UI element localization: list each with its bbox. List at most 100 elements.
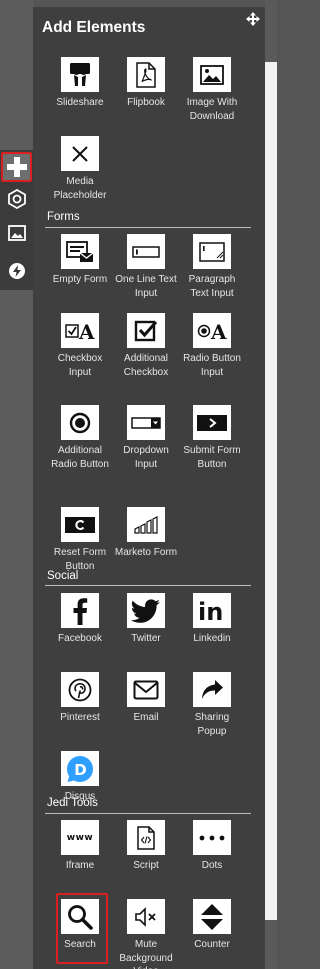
svg-text:in: in [198,599,223,623]
actions-button[interactable] [1,256,32,286]
dropdown-icon [127,405,165,440]
element-tile-label: Slideshare [56,97,104,108]
element-tile-label: Script [133,860,159,871]
paragraph-icon [193,234,231,269]
element-tile-dots[interactable]: Dots [180,820,244,900]
element-tile-label: Submit Form Button [183,445,241,470]
email-icon [127,672,165,707]
element-tile-checkbox-input[interactable]: A Checkbox Input [48,313,112,393]
element-tile-label: Email [133,712,159,723]
plus-icon [6,157,27,177]
element-tile-label: Marketo Form [114,547,178,558]
slideshare-icon [61,57,99,92]
close-icon [61,136,99,171]
element-tile-label: Dots [201,860,223,871]
iframe-icon: www [61,820,99,855]
element-tile-twitter[interactable]: Twitter [114,593,178,673]
iframe-www-text: www [66,832,94,843]
element-tile-one-line-text-input[interactable]: One Line Text Input [114,234,178,314]
element-tile-label: Empty Form [52,274,108,285]
move-icon[interactable] [246,12,260,26]
element-tile-disqus[interactable]: D Disqus [48,751,112,831]
element-tile-sharing-popup[interactable]: Sharing Popup [180,672,244,752]
element-tile-counter[interactable]: Counter [180,899,244,969]
element-tile-label: Radio Button Input [183,353,241,378]
twitter-icon [127,593,165,628]
element-tile-mute-background-video[interactable]: Mute Background Video [114,899,178,969]
section-label-social: Social [47,570,79,582]
element-tile-iframe[interactable]: www Iframe [48,820,112,900]
element-tile-radio-button-input[interactable]: A Radio Button Input [180,313,244,393]
share-icon [193,672,231,707]
widgets-button[interactable] [1,184,32,214]
pinterest-icon [61,672,99,707]
element-tile-label: Flipbook [127,97,165,108]
section-divider [45,585,251,586]
svg-text:A: A [78,320,95,342]
element-tile-label: Image With Download [186,97,238,122]
element-tile-image-with-download[interactable]: Image With Download [180,57,244,137]
element-tile-label: One Line Text Input [115,274,177,299]
element-tile-linkedin[interactable]: in Linkedin [180,593,244,673]
workspace-left [0,0,33,969]
svg-text:D: D [74,761,86,779]
element-tile-submit-form-button[interactable]: Submit Form Button [180,405,244,485]
element-tile-dropdown-input[interactable]: Dropdown Input [114,405,178,485]
element-tile-label: Checkbox Input [57,353,103,378]
pdf-icon [127,57,165,92]
element-tile-label: Dropdown Input [123,445,169,470]
dots-icon [193,820,231,855]
element-tile-email[interactable]: Email [114,672,178,752]
element-tile-additional-checkbox[interactable]: Additional Checkbox [114,313,178,393]
add-elements-panel: Add Elements Slideshare Flipbook Image Wit… [33,7,265,969]
page-canvas[interactable] [265,62,277,920]
element-tile-media-placeholder[interactable]: Media Placeholder [48,136,112,216]
image-icon [7,225,26,241]
radio-icon [61,405,99,440]
element-tile-search[interactable]: Search [48,893,112,969]
element-tile-label: Mute Background Video [119,939,173,969]
marketo-icon [127,507,165,542]
element-tile-label: Pinterest [60,712,100,723]
element-tile-flipbook[interactable]: Flipbook [114,57,178,137]
checkbox-input-icon: A [61,313,99,348]
panel-title: Add Elements [42,19,146,36]
element-tile-label: Search [64,939,96,950]
reset-icon [61,507,99,542]
lightning-icon [8,263,25,279]
section-label-forms: Forms [47,211,80,223]
element-tile-label: Sharing Popup [194,712,230,737]
element-tile-paragraph-text-input[interactable]: Paragraph Text Input [180,234,244,314]
element-tile-label: Iframe [65,860,95,871]
section-label-jedi-tools: Jedi Tools [47,797,98,809]
form-icon [61,234,99,269]
element-tile-empty-form[interactable]: Empty Form [48,234,112,314]
script-icon [127,820,165,855]
disqus-icon: D [61,751,99,786]
image-icon [193,57,231,92]
svg-text:A: A [210,320,227,342]
element-tile-label: Additional Radio Button [51,445,109,470]
element-tile-additional-radio-button[interactable]: Additional Radio Button [48,405,112,485]
radio-input-icon: A [193,313,231,348]
element-tile-facebook[interactable]: Facebook [48,593,112,673]
search-icon [61,899,99,934]
element-tile-label: Linkedin [193,633,231,644]
element-tile-label: Counter [194,939,230,950]
add-elements-button[interactable] [1,152,32,182]
media-button[interactable] [1,218,32,248]
element-tile-script[interactable]: Script [114,820,178,900]
submit-icon [193,405,231,440]
element-tile-label: Additional Checkbox [123,353,169,378]
element-tile-label: Media Placeholder [53,176,107,201]
left-toolbar [0,150,33,290]
element-tile-label: Reset Form Button [53,547,107,572]
section-divider [45,227,251,228]
linkedin-icon: in [193,593,231,628]
element-tile-marketo-form[interactable]: Marketo Form [114,507,178,587]
element-tile-label: Twitter [131,633,161,644]
element-tile-slideshare[interactable]: Slideshare [48,57,112,137]
counter-icon [193,899,231,934]
section-divider [45,813,251,814]
element-tile-pinterest[interactable]: Pinterest [48,672,112,752]
